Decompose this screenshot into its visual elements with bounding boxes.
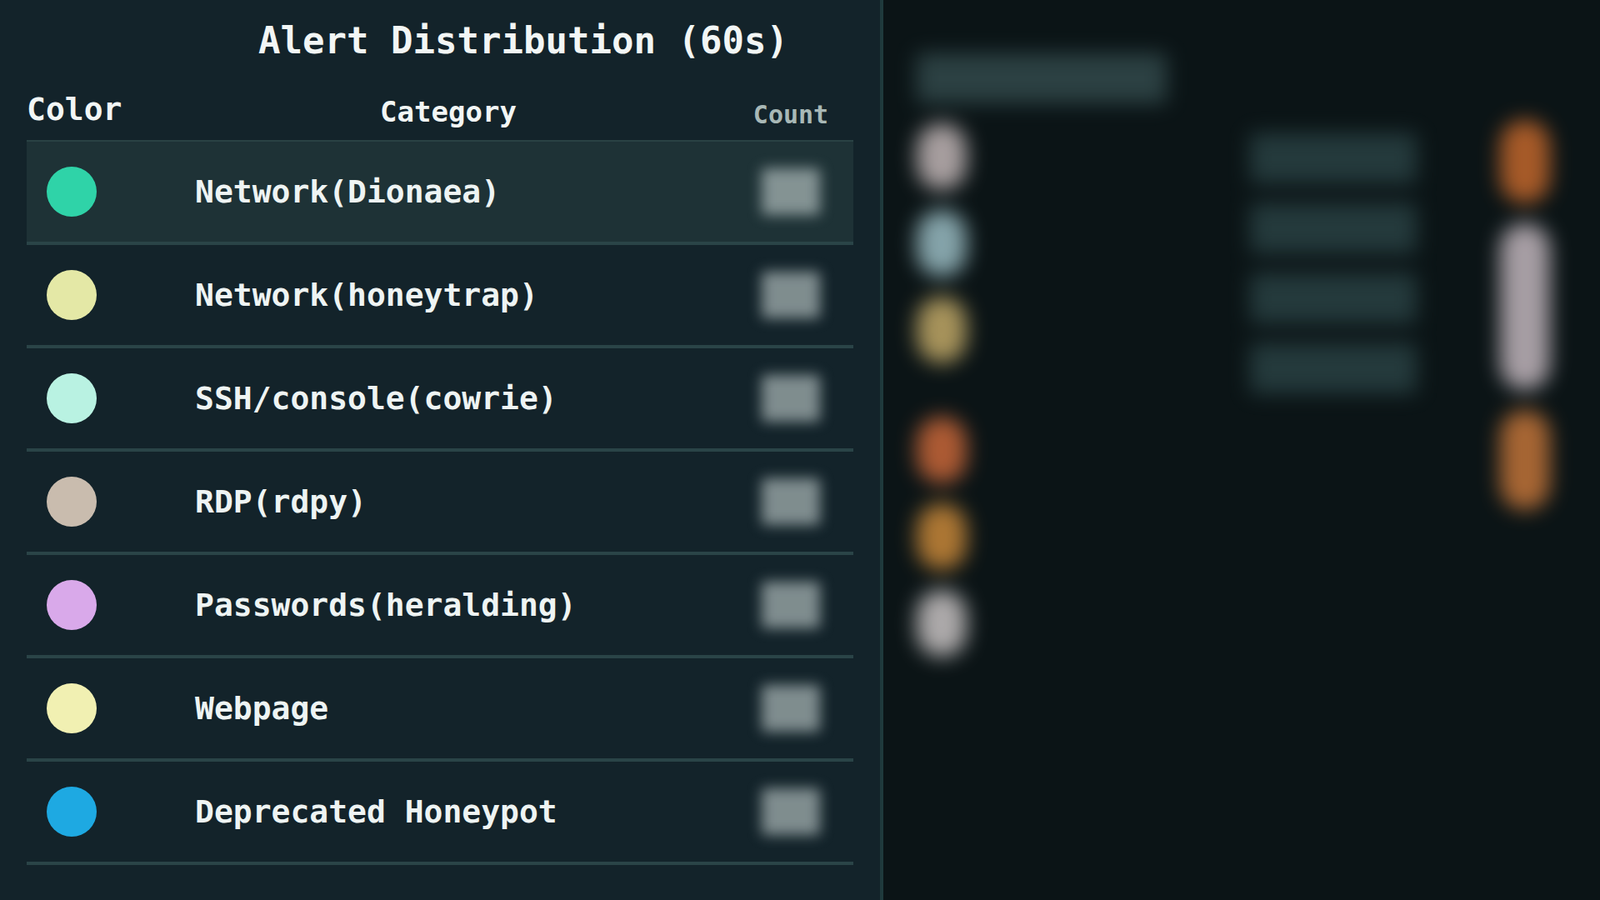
color-dot — [46, 270, 97, 320]
blurred-column — [1500, 53, 1567, 900]
blurred-count — [761, 581, 820, 629]
color-cell — [26, 373, 169, 424]
blurred-block — [1250, 203, 1417, 254]
blurred-column — [916, 53, 1217, 900]
color-dot — [46, 476, 97, 527]
blurred-block — [1500, 223, 1550, 390]
color-cell — [26, 166, 169, 217]
color-dot — [46, 786, 97, 837]
blurred-block — [916, 210, 967, 277]
blurred-count — [761, 271, 820, 319]
alert-distribution-panel: Alert Distribution (60s) ColorCategoryCo… — [0, 0, 884, 900]
blurred-block — [1500, 120, 1550, 204]
blurred-block — [916, 590, 967, 657]
blurred-block — [1250, 273, 1417, 324]
count-cell — [728, 581, 854, 629]
count-cell — [728, 685, 854, 732]
blurred-block — [1500, 410, 1550, 510]
category-label: Deprecated Honeypot — [168, 788, 729, 836]
color-cell — [26, 786, 169, 837]
blurred-block — [1250, 343, 1417, 394]
category-label: Network(honeytrap) — [168, 271, 729, 320]
color-dot — [46, 580, 97, 630]
table-row[interactable]: Network(honeytrap) — [26, 245, 854, 349]
category-label: Passwords(heralding) — [168, 581, 729, 630]
blurred-count — [761, 168, 820, 215]
table-row[interactable]: Deprecated Honeypot — [26, 761, 854, 865]
category-label: SSH/console(cowrie) — [168, 375, 729, 423]
blurred-count — [761, 788, 820, 835]
blurred-block — [916, 53, 1167, 104]
color-cell — [26, 580, 169, 630]
category-label: Webpage — [168, 685, 729, 733]
count-cell — [728, 375, 854, 422]
column-header[interactable]: Color — [26, 85, 169, 140]
table-row[interactable]: Webpage — [26, 658, 854, 762]
blurred-panels — [883, 0, 1600, 900]
blurred-block — [916, 416, 967, 484]
color-cell — [26, 270, 169, 320]
dashboard: Alert Distribution (60s) ColorCategoryCo… — [0, 0, 1600, 900]
category-label: Network(Dionaea) — [168, 168, 729, 216]
blurred-block — [1250, 133, 1417, 184]
blurred-count — [761, 375, 820, 422]
blurred-count — [761, 478, 820, 525]
table-row[interactable]: RDP(rdpy) — [26, 451, 854, 555]
blurred-column — [1250, 53, 1467, 900]
count-cell — [728, 271, 854, 319]
column-header[interactable]: Count — [728, 95, 854, 140]
category-label: RDP(rdpy) — [168, 478, 729, 526]
table-row[interactable]: SSH/console(cowrie) — [26, 348, 854, 452]
color-dot — [46, 373, 97, 424]
blurred-count — [761, 685, 820, 732]
color-dot — [46, 683, 97, 734]
table-header: ColorCategoryCount — [26, 75, 854, 142]
blurred-block — [916, 503, 967, 570]
table-body: Network(Dionaea) Network(honeytrap) SSH/co… — [26, 141, 854, 865]
panel-title: Alert Distribution (60s) — [26, 13, 854, 75]
column-header[interactable]: Category — [168, 90, 729, 140]
blurred-block — [916, 296, 967, 364]
blurred-block — [916, 123, 967, 190]
color-cell — [26, 476, 169, 527]
color-cell — [26, 683, 169, 734]
color-dot — [46, 166, 97, 217]
table-row[interactable]: Passwords(heralding) — [26, 555, 854, 659]
count-cell — [728, 478, 854, 525]
count-cell — [728, 168, 854, 215]
count-cell — [728, 788, 854, 835]
table-row[interactable]: Network(Dionaea) — [26, 141, 854, 245]
